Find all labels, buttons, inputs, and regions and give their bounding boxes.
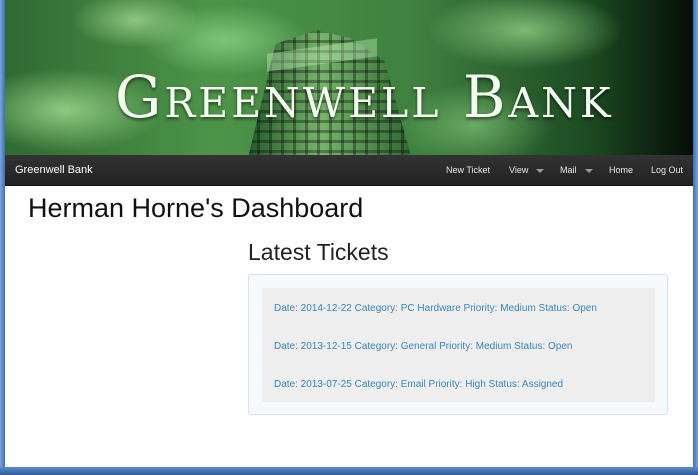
browser-viewport: Greenwell Bank Greenwell Bank New Ticket… <box>5 0 693 467</box>
nav-new-ticket[interactable]: New Ticket <box>446 155 490 185</box>
nav-mail-dropdown[interactable]: Mail <box>560 155 593 185</box>
nav-log-out-label: Log Out <box>651 165 684 175</box>
ticket-list: Date: 2014-12-22 Category: PC Hardware P… <box>262 288 655 402</box>
caret-down-icon <box>536 168 545 173</box>
nav-view-label: View <box>509 165 529 175</box>
nav-mail-label: Mail <box>560 165 577 175</box>
ticket-link[interactable]: Date: 2013-07-25 Category: Email Priorit… <box>274 378 563 392</box>
nav-log-out[interactable]: Log Out <box>651 155 683 185</box>
banner-logo-text: Greenwell Bank <box>115 63 614 131</box>
ticket-link[interactable]: Date: 2014-12-22 Category: PC Hardware P… <box>274 302 597 316</box>
navbar: Greenwell Bank New Ticket View Mail Home… <box>5 155 693 186</box>
nav-new-ticket-label: New Ticket <box>446 165 491 175</box>
nav-home-label: Home <box>609 165 634 175</box>
page-title: Herman Horne's Dashboard <box>28 193 364 223</box>
nav-home[interactable]: Home <box>609 155 633 185</box>
caret-down-icon <box>584 168 593 173</box>
ticket-link[interactable]: Date: 2013-12-15 Category: General Prior… <box>274 340 572 354</box>
latest-tickets-panel: Date: 2014-12-22 Category: PC Hardware P… <box>248 274 668 415</box>
header-banner: Greenwell Bank <box>5 0 693 155</box>
window-frame-bottom <box>0 467 698 475</box>
window-frame-right <box>693 0 698 475</box>
navbar-brand-link[interactable]: Greenwell Bank <box>15 155 93 185</box>
latest-tickets-heading: Latest Tickets <box>248 239 389 265</box>
nav-view-dropdown[interactable]: View <box>509 155 545 185</box>
